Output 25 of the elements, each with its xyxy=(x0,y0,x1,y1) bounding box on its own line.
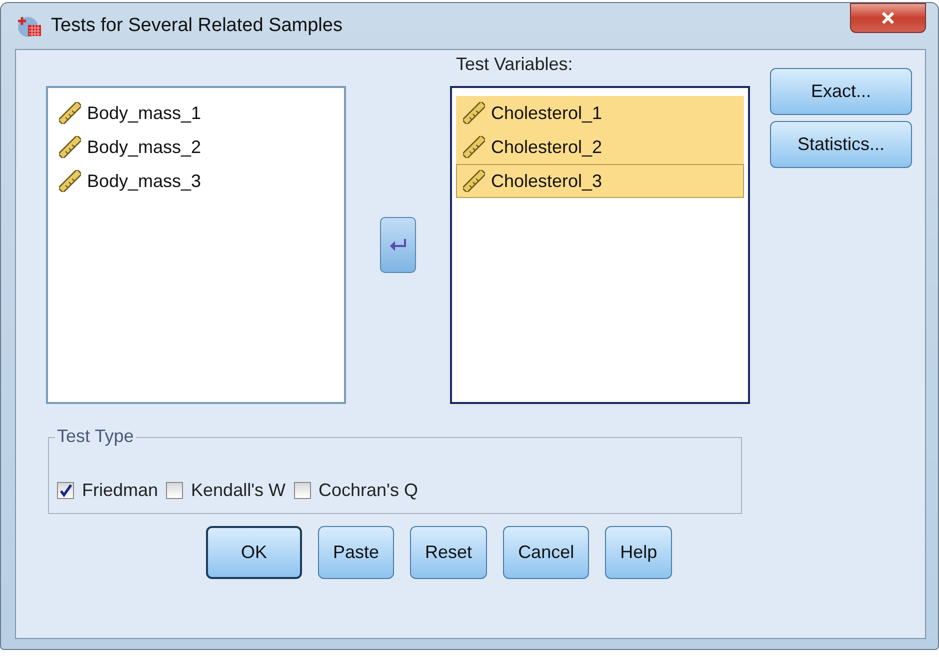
variable-item[interactable]: Cholesterol_2 xyxy=(456,130,744,164)
variable-list[interactable]: Body_mass_1 Body_mass_2 Body_mass_3 xyxy=(46,86,346,404)
dialog-button[interactable]: Exact... xyxy=(770,68,912,115)
test-checkbox[interactable]: Cochran's Q xyxy=(294,480,418,501)
test-variable-list[interactable]: Cholesterol_1 Cholesterol_2 Cholesterol_3 xyxy=(450,86,750,404)
test-checkbox[interactable]: Friedman xyxy=(57,480,158,501)
close-icon xyxy=(881,11,895,25)
variable-item[interactable]: Body_mass_3 xyxy=(52,164,340,198)
variable-item[interactable]: Cholesterol_1 xyxy=(456,96,744,130)
move-button[interactable] xyxy=(380,217,416,273)
dialog-button[interactable]: Statistics... xyxy=(770,121,912,168)
dialog-button[interactable]: Cancel xyxy=(503,526,590,579)
test-checkbox[interactable]: Kendall's W xyxy=(166,480,286,501)
app-icon xyxy=(17,14,43,38)
dialog-button[interactable]: Help xyxy=(605,526,672,579)
variable-item[interactable]: Cholesterol_3 xyxy=(456,164,744,198)
variable-item[interactable]: Body_mass_1 xyxy=(52,96,340,130)
variable-item[interactable]: Body_mass_2 xyxy=(52,130,340,164)
dialog-button[interactable]: Paste xyxy=(318,526,394,579)
list-label: Test Variables: xyxy=(455,54,574,76)
dialog-button[interactable]: Reset xyxy=(410,526,488,579)
close-button[interactable] xyxy=(850,3,926,33)
arrow-icon xyxy=(389,237,407,253)
window-title: Tests for Several Related Samples xyxy=(51,15,344,37)
dialog-button[interactable]: OK xyxy=(206,526,302,579)
